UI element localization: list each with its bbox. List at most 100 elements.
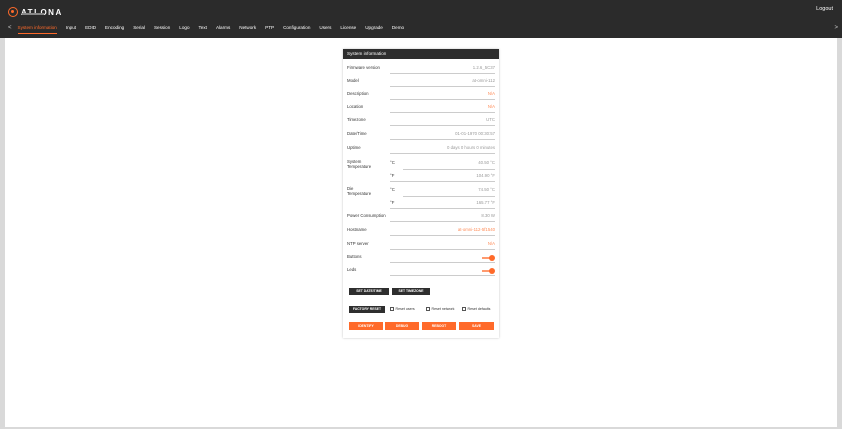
- tab-network[interactable]: Network: [239, 20, 256, 36]
- divider: [403, 169, 495, 170]
- logo-subtext-bar: [22, 13, 44, 15]
- divider: [390, 275, 495, 276]
- celsius-unit: °C: [390, 187, 395, 192]
- hostname-field[interactable]: at-omni-112-5f1540: [458, 227, 495, 232]
- model-row: Model at-omni-112: [347, 76, 495, 87]
- power-label: Power Consumption: [347, 213, 386, 218]
- tab-system-information[interactable]: System information: [17, 20, 58, 36]
- identify-button[interactable]: IDENTIFY: [349, 322, 383, 330]
- nav-scroll-right-icon[interactable]: >: [834, 25, 838, 31]
- firmware-value: 1.2.6_5C37: [472, 65, 495, 70]
- divider: [390, 112, 495, 113]
- firmware-row: Firmware version 1.2.6_5C37: [347, 63, 495, 74]
- reset-defaults-checkbox[interactable]: Reset defaults: [462, 307, 490, 311]
- system-temperature-row: System Temperature °C 40.50 °C °F 104.90 …: [347, 158, 495, 182]
- firmware-label: Firmware version: [347, 65, 380, 70]
- save-button[interactable]: SAVE: [459, 322, 494, 330]
- divider: [390, 153, 495, 154]
- ntp-row[interactable]: NTP server N/A: [347, 239, 495, 250]
- checkbox-label: Reset defaults: [467, 307, 491, 311]
- divider: [390, 86, 495, 87]
- panel-title: System information: [343, 49, 499, 59]
- model-value: at-omni-112: [472, 78, 495, 83]
- tab-ptp[interactable]: PTP: [265, 20, 274, 36]
- checkbox-label: Reset network: [431, 307, 455, 311]
- tab-alarms[interactable]: Alarms: [216, 20, 230, 36]
- divider: [390, 139, 495, 140]
- tab-users[interactable]: Users: [319, 20, 331, 36]
- logo-icon: [8, 7, 18, 17]
- top-bar: ATLONA Logout < System information Input…: [0, 0, 842, 38]
- reset-network-checkbox[interactable]: Reset network: [426, 307, 454, 311]
- tab-demo[interactable]: Demo: [392, 20, 404, 36]
- die-temp-fahrenheit: 165.77 °F: [476, 200, 495, 205]
- die-temperature-label: Die Temperature: [347, 186, 371, 196]
- fahrenheit-unit: °F: [390, 173, 395, 178]
- checkbox-box[interactable]: [426, 307, 430, 311]
- die-temperature-row: Die Temperature °C 74.50 °C °F 165.77 °F: [347, 185, 495, 209]
- tab-configuration[interactable]: Configuration: [283, 20, 310, 36]
- location-label: Location: [347, 104, 364, 109]
- nav-scroll-left-icon[interactable]: <: [0, 25, 18, 31]
- description-field[interactable]: N/A: [488, 91, 495, 96]
- celsius-unit: °C: [390, 160, 395, 165]
- logout-link[interactable]: Logout: [816, 6, 833, 12]
- buttons-toggle-knob[interactable]: [489, 254, 495, 261]
- main-nav: < System information Input EDID Encoding…: [0, 20, 842, 36]
- divider: [403, 196, 495, 197]
- tab-logo[interactable]: Logo: [179, 20, 189, 36]
- factory-reset-button[interactable]: FACTORY RESET: [349, 306, 385, 313]
- set-timezone-button[interactable]: SET TIMEZONE: [392, 288, 430, 295]
- divider: [390, 73, 495, 74]
- timezone-row: Timezone UTC: [347, 115, 495, 126]
- reset-users-checkbox[interactable]: Reset users: [390, 307, 415, 311]
- location-field[interactable]: N/A: [488, 104, 495, 109]
- ntp-field[interactable]: N/A: [488, 241, 495, 246]
- divider: [390, 125, 495, 126]
- checkbox-box[interactable]: [462, 307, 466, 311]
- checkbox-box[interactable]: [390, 307, 394, 311]
- tab-input[interactable]: Input: [66, 20, 76, 36]
- leds-row: Leds: [347, 265, 495, 276]
- uptime-value: 0 days 0 hours 0 minutes: [446, 145, 495, 150]
- tab-edid[interactable]: EDID: [85, 20, 96, 36]
- buttons-row: Buttons: [347, 252, 495, 263]
- power-value: 8.30 W: [481, 213, 495, 218]
- die-temp-celsius: 74.50 °C: [478, 187, 495, 192]
- divider: [390, 181, 495, 182]
- label-line: Temperature: [347, 164, 372, 169]
- ntp-label: NTP server: [347, 241, 369, 246]
- logo-text: ATLONA: [21, 7, 63, 17]
- description-row[interactable]: Description N/A: [347, 89, 495, 100]
- label-line: Temperature: [347, 191, 372, 196]
- timezone-label: Timezone: [347, 117, 366, 122]
- datetime-value: 01-01-1970 00:30:57: [455, 131, 495, 136]
- divider: [390, 249, 495, 250]
- set-datetime-button[interactable]: SET DATE/TIME: [349, 288, 389, 295]
- divider: [390, 208, 495, 209]
- model-label: Model: [347, 78, 359, 83]
- checkbox-label: Reset users: [395, 307, 415, 311]
- atlona-logo: ATLONA: [8, 4, 63, 20]
- tab-upgrade[interactable]: Upgrade: [365, 20, 383, 36]
- leds-toggle-knob[interactable]: [489, 267, 495, 274]
- tab-encoding[interactable]: Encoding: [105, 20, 124, 36]
- debug-button[interactable]: DEBUG: [385, 322, 419, 330]
- tab-serial[interactable]: Serial: [133, 20, 145, 36]
- power-row: Power Consumption 8.30 W: [347, 211, 495, 222]
- system-temp-fahrenheit: 104.90 °F: [476, 173, 495, 178]
- location-row[interactable]: Location N/A: [347, 102, 495, 113]
- divider: [390, 221, 495, 222]
- datetime-label: Date/Time: [347, 131, 367, 136]
- buttons-label: Buttons: [347, 254, 362, 259]
- divider: [390, 99, 495, 100]
- system-temperature-label: System Temperature: [347, 159, 371, 169]
- hostname-row[interactable]: Hostname at-omni-112-5f1540: [347, 225, 495, 236]
- tab-session[interactable]: Session: [154, 20, 170, 36]
- description-label: Description: [347, 91, 369, 96]
- tab-license[interactable]: License: [340, 20, 356, 36]
- leds-label: Leds: [347, 267, 357, 272]
- reboot-button[interactable]: REBOOT: [422, 322, 456, 330]
- divider: [390, 262, 495, 263]
- tab-text[interactable]: Text: [199, 20, 207, 36]
